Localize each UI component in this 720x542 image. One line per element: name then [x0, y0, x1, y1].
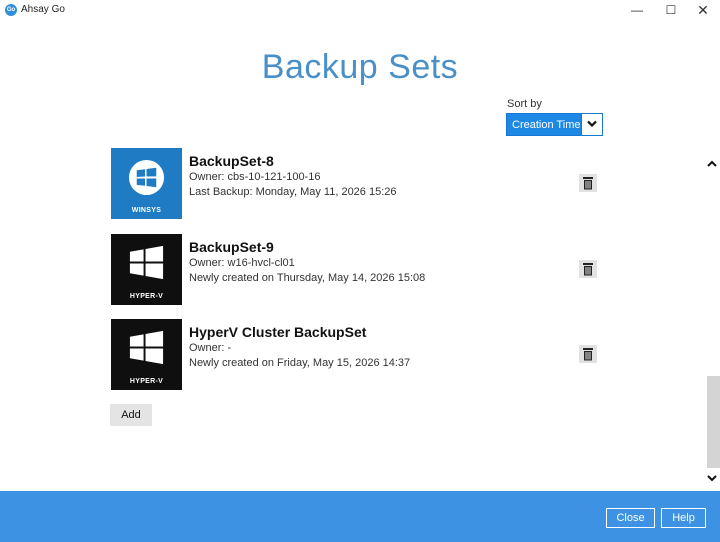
footer-bar: Close Help	[0, 491, 720, 542]
backup-set-status: Newly created on Friday, May 15, 2026 14…	[189, 357, 411, 369]
backup-type-label: HYPER-V	[129, 378, 164, 385]
sort-by-label: Sort by	[507, 98, 542, 110]
backup-set-owner: Owner: w16-hvcl-cl01	[189, 257, 295, 269]
windows-logo-icon	[129, 330, 164, 365]
sort-by-dropdown[interactable]: Creation Time	[506, 113, 603, 136]
backup-type-label: HYPER-V	[129, 293, 164, 300]
backup-set-item[interactable]: WINSYS BackupSet-8 Owner: cbs-10-121-100…	[111, 148, 611, 220]
hyper-v-tile: HYPER-V	[111, 234, 182, 305]
winsys-tile: WINSYS	[111, 148, 182, 219]
hyper-v-tile: HYPER-V	[111, 319, 182, 390]
backup-set-name[interactable]: BackupSet-8	[189, 153, 274, 169]
title-bar: Go Ahsay Go — ☐ ✕	[0, 0, 720, 22]
page-title: Backup Sets	[261, 48, 459, 86]
app-title: Ahsay Go	[21, 4, 65, 15]
backup-set-name[interactable]: BackupSet-9	[189, 239, 274, 255]
add-backup-set-button[interactable]: Add	[110, 404, 152, 426]
backup-set-item[interactable]: HYPER-V HyperV Cluster BackupSet Owner: …	[111, 319, 611, 391]
scrollbar-thumb[interactable]	[707, 376, 720, 468]
backup-set-name[interactable]: HyperV Cluster BackupSet	[189, 324, 366, 340]
chevron-up-icon[interactable]	[706, 156, 720, 170]
backup-set-owner: Owner: cbs-10-121-100-16	[189, 171, 321, 183]
close-button[interactable]: Close	[606, 508, 655, 528]
app-logo-icon: Go	[5, 4, 17, 16]
maximize-button[interactable]: ☐	[654, 0, 688, 22]
chevron-down-icon[interactable]	[706, 470, 720, 482]
backup-set-status: Last Backup: Monday, May 11, 2026 15:26	[189, 186, 397, 198]
help-button[interactable]: Help	[661, 508, 706, 528]
trash-icon[interactable]	[579, 174, 597, 192]
windows-logo-icon	[129, 245, 164, 280]
windows-logo-icon	[128, 159, 165, 196]
backup-set-owner: Owner: -	[189, 342, 232, 354]
backup-set-item[interactable]: HYPER-V BackupSet-9 Owner: w16-hvcl-cl01…	[111, 234, 611, 306]
minimize-button[interactable]: —	[620, 0, 654, 22]
sort-selected-value: Creation Time	[512, 119, 581, 131]
trash-icon[interactable]	[579, 260, 597, 278]
backup-set-status: Newly created on Thursday, May 14, 2026 …	[189, 272, 426, 284]
chevron-down-icon[interactable]	[581, 114, 602, 135]
backup-type-label: WINSYS	[131, 207, 162, 214]
trash-icon[interactable]	[579, 345, 597, 363]
close-window-button[interactable]: ✕	[686, 0, 720, 22]
